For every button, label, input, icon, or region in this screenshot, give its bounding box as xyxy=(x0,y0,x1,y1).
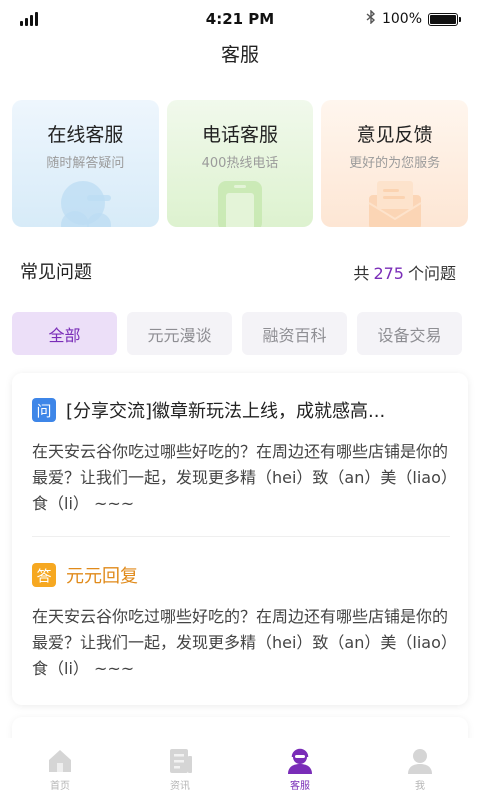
answer-name: 元元回复 xyxy=(66,566,138,587)
question-badge: 问 xyxy=(32,398,56,422)
tabbar-item-news[interactable]: 资讯 xyxy=(120,738,240,800)
card-title: 电话客服 xyxy=(202,124,279,146)
faq-count-prefix: 共 xyxy=(353,264,370,283)
envelope-icon xyxy=(368,181,422,227)
faq-title: 常见问题 xyxy=(20,262,92,283)
profile-icon xyxy=(408,749,432,774)
qa-card[interactable]: 问 [分享交流]徽章新玩法上线，成就感高... 在天安云谷你吃过哪些好吃的？在周… xyxy=(12,373,468,705)
news-icon xyxy=(170,749,192,773)
card-subtitle: 更好的为您服务 xyxy=(349,156,441,171)
card-subtitle: 随时解答疑问 xyxy=(46,156,125,171)
divider xyxy=(32,536,450,537)
tab-yuanyuan-talk[interactable]: 元元漫谈 xyxy=(127,312,232,355)
tabbar-item-profile[interactable]: 我 xyxy=(360,738,480,800)
battery-icon xyxy=(428,12,461,26)
phone-service-card[interactable]: 电话客服 400热线电话 xyxy=(166,100,314,227)
status-bar: 4:21 PM 100% xyxy=(0,0,480,40)
faq-header: 常见问题 共 275 个问题 xyxy=(20,256,460,286)
tabbar-label: 资讯 xyxy=(170,781,190,792)
bottom-tab-bar: 首页 资讯 客服 我 xyxy=(0,738,480,800)
bluetooth-icon xyxy=(366,9,376,28)
tab-financing-wiki[interactable]: 融资百科 xyxy=(242,312,347,355)
phone-icon xyxy=(218,181,262,227)
question-title: [分享交流]徽章新玩法上线，成就感高... xyxy=(66,401,386,422)
faq-count-number: 275 xyxy=(373,264,404,283)
home-icon xyxy=(49,750,71,772)
question-row: 问 [分享交流]徽章新玩法上线，成就感高... xyxy=(32,397,446,423)
category-tabs: 全部 元元漫谈 融资百科 设备交易 xyxy=(12,312,468,355)
card-title: 在线客服 xyxy=(47,124,124,146)
customer-service-icon xyxy=(288,748,312,774)
question-body: 在天安云谷你吃过哪些好吃的？在周边还有哪些店铺是你的最爱？让我们一起，发现更多精… xyxy=(32,442,449,513)
chat-bubble-icon xyxy=(61,181,112,227)
online-service-card[interactable]: 在线客服 随时解答疑问 xyxy=(12,100,159,227)
answer-body: 在天安云谷你吃过哪些好吃的？在周边还有哪些店铺是你的最爱？让我们一起，发现更多精… xyxy=(32,607,449,678)
tabbar-label: 客服 xyxy=(290,781,310,792)
tabbar-label: 我 xyxy=(415,781,425,792)
tab-equipment-trade[interactable]: 设备交易 xyxy=(357,312,462,355)
tabbar-item-service[interactable]: 客服 xyxy=(240,738,360,800)
faq-count-suffix: 个问题 xyxy=(407,264,456,283)
tabbar-label: 首页 xyxy=(50,781,70,792)
tab-all[interactable]: 全部 xyxy=(12,312,117,355)
faq-count: 共 275 个问题 xyxy=(353,260,456,284)
battery-percent: 100% xyxy=(381,11,422,27)
status-right: 100% xyxy=(366,9,461,28)
battery-level xyxy=(430,14,456,24)
page-title: 客服 xyxy=(220,44,259,66)
answer-row: 答 元元回复 xyxy=(32,562,138,588)
card-title: 意见反馈 xyxy=(356,124,433,146)
service-cards: 在线客服 随时解答疑问 电话客服 400热线电话 意见反馈 更好的为您服务 xyxy=(12,100,469,227)
tabbar-item-home[interactable]: 首页 xyxy=(0,738,120,800)
feedback-card[interactable]: 意见反馈 更好的为您服务 xyxy=(321,100,469,227)
card-subtitle: 400热线电话 xyxy=(201,156,279,171)
answer-badge: 答 xyxy=(32,563,56,587)
